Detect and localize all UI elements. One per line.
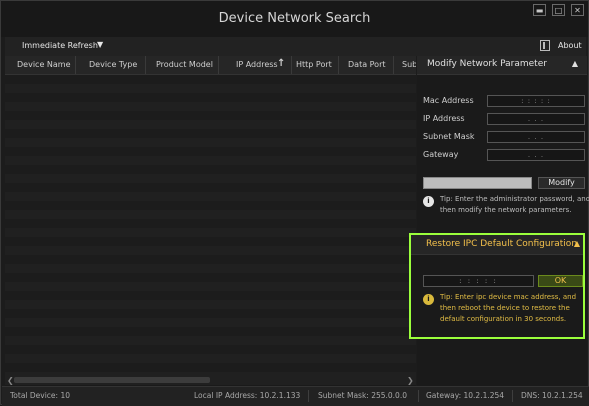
scroll-right-icon[interactable]: ❯	[407, 376, 414, 385]
close-icon[interactable]: ✕	[571, 4, 584, 16]
collapse-icon[interactable]: ▲	[574, 239, 580, 248]
modify-panel-title: Modify Network Parameter	[427, 59, 547, 69]
scrollbar-thumb[interactable]	[14, 377, 210, 383]
modify-button[interactable]: Modify	[538, 177, 585, 189]
chevron-down-icon[interactable]: ▼	[97, 40, 103, 49]
restore-panel-title: Restore IPC Default Configuration	[426, 239, 578, 249]
maximize-icon[interactable]: □	[552, 4, 565, 16]
column-product-model[interactable]: Product Model	[156, 60, 213, 69]
mac-address-label: Mac Address	[423, 96, 474, 105]
restore-default-panel: Restore IPC Default Configuration ▲ : : …	[409, 233, 585, 339]
info-icon: i	[423, 196, 434, 207]
device-table: Device Name Device Type Product Model IP…	[5, 56, 416, 386]
restore-tip-line-2: then reboot the device to restore the	[440, 304, 570, 312]
toolbar: Immediate Refresh ▼ About	[5, 37, 586, 56]
modify-panel-header[interactable]: Modify Network Parameter ▲	[417, 56, 587, 75]
modify-tip: Tip: Enter the administrator password, a…	[440, 194, 589, 216]
subnet-mask-field[interactable]: . . .	[487, 131, 585, 143]
mac-address-field[interactable]: : : : : :	[487, 95, 585, 107]
ok-button[interactable]: OK	[538, 275, 583, 287]
horizontal-scrollbar[interactable]: ❮ ❯	[5, 375, 416, 385]
scroll-left-icon[interactable]: ❮	[7, 376, 14, 385]
modify-tip-line-2: then modify the network parameters.	[440, 206, 572, 214]
gateway-status: Gateway: 10.2.1.254	[426, 391, 505, 400]
ip-address-field[interactable]: . . .	[487, 113, 585, 125]
modify-tip-line-1: Tip: Enter the administrator password, a…	[440, 195, 589, 203]
window-title: Device Network Search	[218, 11, 371, 26]
restore-panel-header[interactable]: Restore IPC Default Configuration ▲	[411, 235, 583, 255]
restore-tip: Tip: Enter ipc device mac address, and t…	[440, 292, 576, 325]
immediate-refresh-button[interactable]: Immediate Refresh	[22, 41, 98, 50]
gateway-field[interactable]: . . .	[487, 149, 585, 161]
sort-ascending-icon: ↑	[277, 58, 286, 69]
app-window: Device Network Search ▬ □ ✕ Immediate Re…	[0, 0, 589, 406]
collapse-icon[interactable]: ▲	[572, 59, 578, 68]
column-ip-address[interactable]: IP Address	[236, 60, 278, 69]
restore-tip-line-3: default configuration in 30 seconds.	[440, 315, 567, 323]
window-controls: ▬ □ ✕	[533, 4, 584, 16]
restore-tip-line-1: Tip: Enter ipc device mac address, and	[440, 293, 577, 301]
gateway-label: Gateway	[423, 150, 459, 159]
subnet-mask-status: Subnet Mask: 255.0.0.0	[318, 391, 407, 400]
about-button[interactable]: About	[558, 41, 582, 50]
table-header: Device Name Device Type Product Model IP…	[5, 56, 416, 75]
local-ip-address: Local IP Address: 10.2.1.133	[194, 391, 301, 400]
column-device-type[interactable]: Device Type	[89, 60, 137, 69]
status-bar: Total Device: 10 Local IP Address: 10.2.…	[2, 386, 589, 406]
column-data-port[interactable]: Data Port	[348, 60, 386, 69]
ip-address-label: IP Address	[423, 114, 465, 123]
column-subnet[interactable]: Sub	[402, 60, 416, 69]
info-icon: i	[423, 294, 434, 305]
restore-mac-field[interactable]: : : : : :	[423, 275, 534, 287]
column-http-port[interactable]: Http Port	[296, 60, 332, 69]
admin-password-field[interactable]	[423, 177, 532, 189]
subnet-mask-label: Subnet Mask	[423, 132, 475, 141]
about-icon[interactable]	[540, 40, 550, 51]
dns-status: DNS: 10.2.1.254	[521, 391, 583, 400]
total-device-count: Total Device: 10	[10, 391, 71, 400]
table-body[interactable]	[5, 75, 416, 375]
minimize-icon[interactable]: ▬	[533, 4, 546, 16]
title-bar: Device Network Search ▬ □ ✕	[1, 1, 588, 37]
column-device-name[interactable]: Device Name	[17, 60, 71, 69]
